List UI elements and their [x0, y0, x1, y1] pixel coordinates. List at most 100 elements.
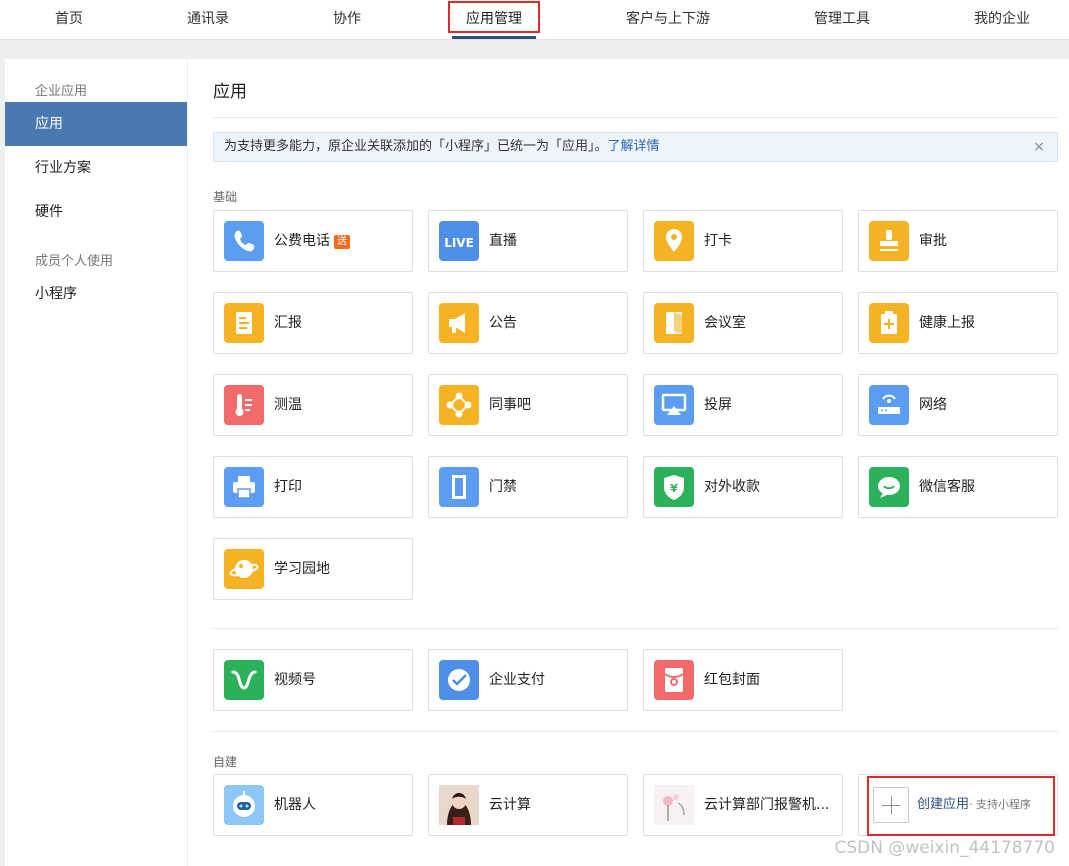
tab-app-management[interactable]: 应用管理: [448, 0, 540, 40]
screencast-icon: [654, 385, 694, 425]
tab-contacts[interactable]: 通讯录: [186, 0, 230, 40]
app-card[interactable]: 云计算部门报警机...: [643, 774, 843, 836]
app-card[interactable]: 企业支付: [428, 649, 628, 711]
app-name: 打印: [274, 479, 302, 495]
app-name: 公费电话: [274, 233, 330, 249]
app-card[interactable]: 微信客服: [858, 456, 1058, 518]
planet-icon: [224, 549, 264, 589]
health-icon: [869, 303, 909, 343]
divider: [213, 731, 1058, 732]
active-tab-underline: [452, 36, 536, 39]
sidebar-item-apps[interactable]: 应用: [5, 102, 187, 146]
sidebar-item-hardware[interactable]: 硬件: [5, 190, 187, 234]
sidebar-group-personal: 成员个人使用: [35, 254, 114, 269]
sidebar-item-miniprogram[interactable]: 小程序: [5, 272, 187, 316]
app-name: 机器人: [274, 797, 316, 813]
main-content: 应用 为支持更多能力，原企业关联添加的「小程序」已统一为「应用」。了解详情 × …: [188, 59, 1069, 866]
app-card[interactable]: 投屏: [643, 374, 843, 436]
gift-badge: 送: [334, 235, 350, 249]
tab-customers[interactable]: 客户与上下游: [625, 0, 711, 40]
door-access-icon: [439, 467, 479, 507]
notice-bar: 为支持更多能力，原企业关联添加的「小程序」已统一为「应用」。了解详情 ×: [213, 132, 1058, 162]
app-name: 审批: [919, 233, 947, 249]
nodes-icon: [439, 385, 479, 425]
payment-icon: [439, 660, 479, 700]
app-card[interactable]: 云计算: [428, 774, 628, 836]
app-card[interactable]: 公费电话送: [213, 210, 413, 272]
app-name: 投屏: [704, 397, 732, 413]
thermometer-icon: [224, 385, 264, 425]
app-name: 健康上报: [919, 315, 975, 331]
app-name: 学习园地: [274, 561, 330, 577]
app-card[interactable]: 视频号: [213, 649, 413, 711]
app-name: 公告: [489, 315, 517, 331]
watermark: CSDN @weixin_44178770: [834, 838, 1055, 858]
app-card[interactable]: 学习园地: [213, 538, 413, 600]
app-name: 对外收款: [704, 479, 760, 495]
app-name: 企业支付: [489, 672, 545, 688]
app-name: 门禁: [489, 479, 517, 495]
highlight-box: [867, 776, 1055, 836]
highlight-box: [448, 1, 540, 33]
app-card[interactable]: ¥ 对外收款: [643, 456, 843, 518]
live-icon: LIVE: [439, 221, 479, 261]
app-name: 红包封面: [704, 672, 760, 688]
notice-text: 为支持更多能力，原企业关联添加的「小程序」已统一为「应用」。: [224, 139, 608, 154]
app-card[interactable]: 健康上报: [858, 292, 1058, 354]
door-icon: [654, 303, 694, 343]
top-nav: 首页 通讯录 协作 应用管理 客户与上下游 管理工具 我的企业: [0, 0, 1069, 40]
divider: [213, 117, 1058, 118]
close-icon[interactable]: ×: [1033, 133, 1045, 161]
channels-icon: [224, 660, 264, 700]
app-name: 打卡: [704, 233, 732, 249]
app-name: 同事吧: [489, 397, 531, 413]
megaphone-icon: [439, 303, 479, 343]
sidebar: 企业应用 应用 行业方案 硬件 成员个人使用 小程序: [5, 59, 187, 866]
app-card[interactable]: 同事吧: [428, 374, 628, 436]
app-name: 微信客服: [919, 479, 975, 495]
location-pin-icon: [654, 221, 694, 261]
app-name: 会议室: [704, 315, 746, 331]
tab-management-tools[interactable]: 管理工具: [813, 0, 871, 40]
tab-my-enterprise[interactable]: 我的企业: [973, 0, 1031, 40]
app-name: 汇报: [274, 315, 302, 331]
app-card[interactable]: 打卡: [643, 210, 843, 272]
app-name: 直播: [489, 233, 517, 249]
chat-bubble-icon: [869, 467, 909, 507]
page-title: 应用: [213, 82, 247, 102]
phone-icon: [224, 221, 264, 261]
svg-text:LIVE: LIVE: [444, 236, 474, 250]
app-card[interactable]: 审批: [858, 210, 1058, 272]
section-label-custom: 自建: [213, 755, 238, 769]
app-card[interactable]: 公告: [428, 292, 628, 354]
learn-more-link[interactable]: 了解详情: [608, 139, 660, 154]
flower-photo-icon: [654, 785, 694, 825]
report-icon: [224, 303, 264, 343]
app-name: 网络: [919, 397, 947, 413]
app-card[interactable]: 红包封面: [643, 649, 843, 711]
app-card[interactable]: 测温: [213, 374, 413, 436]
app-card[interactable]: LIVE 直播: [428, 210, 628, 272]
robot-icon: [224, 785, 264, 825]
app-card[interactable]: 会议室: [643, 292, 843, 354]
app-card[interactable]: 门禁: [428, 456, 628, 518]
app-card[interactable]: 打印: [213, 456, 413, 518]
app-card[interactable]: 网络: [858, 374, 1058, 436]
red-packet-icon: [654, 660, 694, 700]
app-name: 视频号: [274, 672, 316, 688]
printer-icon: [224, 467, 264, 507]
tab-home[interactable]: 首页: [54, 0, 84, 40]
tab-collaboration[interactable]: 协作: [332, 0, 362, 40]
section-label-basic: 基础: [213, 190, 238, 204]
create-app-button[interactable]: 创建应用· 支持小程序: [858, 774, 1058, 836]
stamp-icon: [869, 221, 909, 261]
app-name: 云计算部门报警机...: [704, 797, 830, 813]
sidebar-group-enterprise: 企业应用: [35, 84, 88, 99]
app-card[interactable]: 机器人: [213, 774, 413, 836]
sidebar-item-industry[interactable]: 行业方案: [5, 146, 187, 190]
app-card[interactable]: 汇报: [213, 292, 413, 354]
app-name: 云计算: [489, 797, 531, 813]
avatar-photo-icon: [439, 785, 479, 825]
router-icon: [869, 385, 909, 425]
app-name: 测温: [274, 397, 302, 413]
